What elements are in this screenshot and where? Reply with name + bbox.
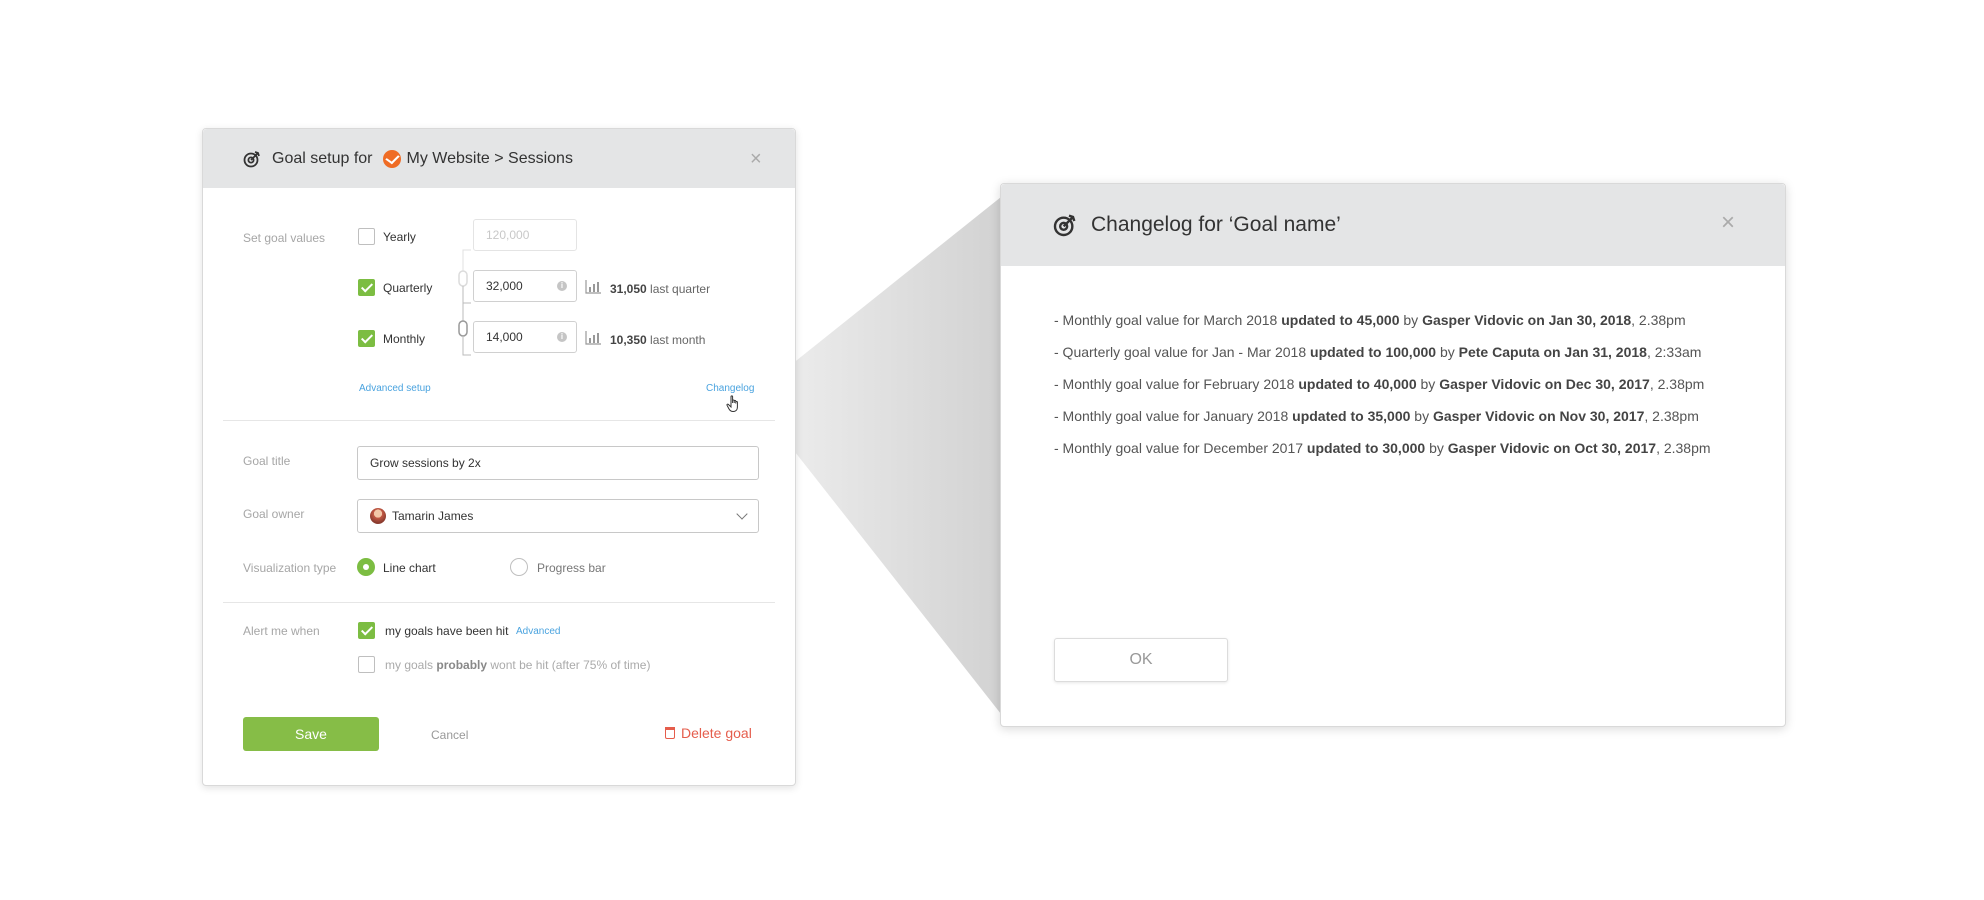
yearly-checkbox[interactable] (358, 228, 375, 245)
monthly-stat: 10,350 last month (610, 333, 706, 347)
section-divider (223, 420, 775, 421)
alert-advanced-link[interactable]: Advanced (516, 626, 560, 637)
goal-setup-dialog: Goal setup for My Website > Sessions × S… (202, 128, 796, 786)
goal-setup-title-prefix: Goal setup for (272, 149, 373, 167)
goals-hit-checkbox[interactable] (358, 622, 375, 639)
ok-button[interactable]: OK (1054, 638, 1228, 682)
changelog-entry: - Monthly goal value for March 2018 upda… (1054, 312, 1686, 328)
alert-me-when-label: Alert me when (243, 624, 320, 638)
goal-title-input[interactable]: Grow sessions by 2x (357, 446, 759, 480)
monthly-chart-icon (585, 331, 601, 345)
changelog-entry: - Monthly goal value for February 2018 u… (1054, 376, 1705, 392)
visualization-type-label: Visualization type (243, 561, 337, 575)
goals-probably-label: my goals probably wont be hit (after 75%… (385, 658, 651, 672)
changelog-dialog: Changelog for ‘Goal name’ × - Monthly go… (1000, 183, 1786, 727)
advanced-setup-link[interactable]: Advanced setup (359, 383, 431, 394)
monthly-info-icon[interactable]: i (557, 332, 567, 342)
section-divider (223, 602, 775, 603)
owner-avatar (370, 508, 386, 524)
goal-title-label: Goal title (243, 454, 291, 468)
save-button[interactable]: Save (243, 717, 379, 751)
quarterly-stat: 31,050 last quarter (610, 282, 711, 296)
progress-bar-label: Progress bar (537, 561, 606, 575)
goal-setup-close-icon[interactable]: × (750, 149, 762, 169)
line-chart-radio[interactable] (357, 558, 375, 576)
delete-goal-label: Delete goal (681, 725, 752, 741)
changelog-entry: - Quarterly goal value for Jan - Mar 201… (1054, 344, 1702, 360)
goal-setup-site-name: My Website > Sessions (406, 149, 573, 167)
goal-owner-value: Tamarin James (392, 509, 474, 523)
cancel-button[interactable]: Cancel (431, 728, 468, 742)
quarterly-info-icon[interactable]: i (557, 281, 567, 291)
changelog-header: Changelog for ‘Goal name’ × (1001, 184, 1785, 266)
set-goal-values-label: Set goal values (243, 231, 326, 245)
chevron-down-icon (736, 508, 748, 520)
goal-setup-header: Goal setup for My Website > Sessions × (203, 129, 795, 188)
changelog-list: - Monthly goal value for March 2018 upda… (1054, 304, 1774, 464)
goals-hit-label: my goals have been hit (385, 624, 509, 638)
goal-owner-label: Goal owner (243, 507, 305, 521)
monthly-checkbox[interactable] (358, 330, 375, 347)
changelog-entry: - Monthly goal value for January 2018 up… (1054, 408, 1699, 424)
goals-probably-checkbox[interactable] (358, 656, 375, 673)
goal-owner-select[interactable]: Tamarin James (357, 499, 759, 533)
progress-bar-radio[interactable] (510, 558, 528, 576)
quarterly-chart-icon (585, 280, 601, 294)
trash-icon (665, 727, 675, 739)
changelog-link[interactable]: Changelog (706, 383, 754, 394)
quarterly-checkbox[interactable] (358, 279, 375, 296)
delete-goal-button[interactable]: Delete goal (665, 725, 752, 741)
changelog-entry: - Monthly goal value for December 2017 u… (1054, 440, 1711, 456)
goal-target-icon (243, 150, 260, 167)
line-chart-label: Line chart (383, 561, 436, 575)
yearly-value-input[interactable]: 120,000 (473, 219, 577, 251)
monthly-label: Monthly (383, 332, 426, 346)
link-values-chain-icon[interactable] (449, 249, 475, 369)
goal-target-icon (1053, 214, 1076, 237)
yearly-label: Yearly (383, 230, 416, 244)
hand-cursor-icon (726, 395, 738, 413)
quarterly-label: Quarterly (383, 281, 433, 295)
changelog-title: Changelog for ‘Goal name’ (1091, 213, 1341, 236)
website-logo-icon (382, 149, 401, 168)
changelog-close-icon[interactable]: × (1721, 211, 1735, 235)
